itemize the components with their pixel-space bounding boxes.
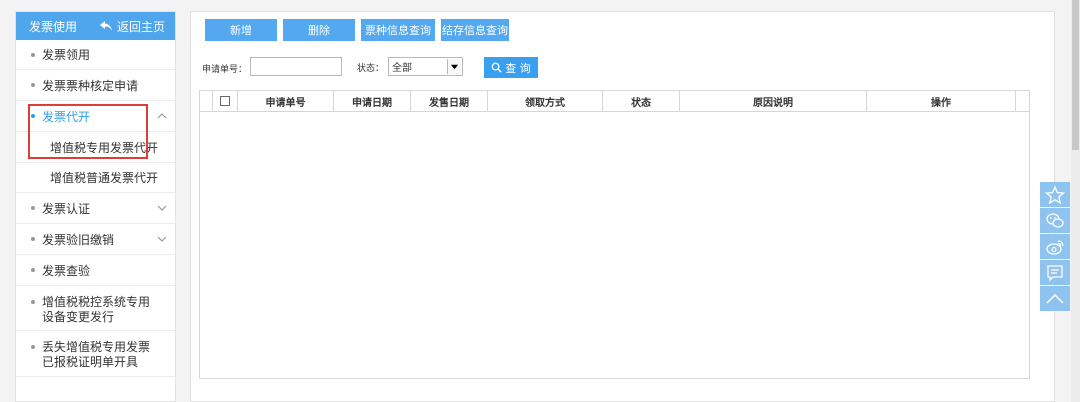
sidebar-item-label: 增值税税控系统专用设备变更发行: [42, 295, 151, 324]
table-header-select-all: [213, 91, 238, 111]
status-select[interactable]: 全部: [388, 57, 463, 76]
sidebar-subitem-label: 增值税专用发票代开: [50, 140, 159, 155]
star-icon: [1045, 185, 1065, 204]
status-label: 状态：: [357, 64, 385, 74]
table-header-row: 申请单号 申请日期 发售日期 领取方式 状态 原因说明 操作: [200, 91, 1029, 112]
app-no-label: 申请单号：: [202, 65, 248, 75]
table-header-cell: 操作: [867, 91, 1016, 111]
sidebar-title: 发票使用: [29, 19, 78, 34]
sidebar-subitem-vat-normal-proxy[interactable]: 增值税普通发票代开: [16, 163, 175, 193]
search-icon: [491, 62, 502, 73]
sidebar-item-label: 发票查验: [42, 263, 91, 278]
sidebar-item-label: 发票代开: [42, 109, 91, 124]
sidebar-item-label: 丢失增值税专用发票已报税证明单开具: [42, 340, 151, 369]
sidebar-item-label: 发票领用: [42, 48, 91, 62]
main-panel: 新增 删除 票种信息查询 结存信息查询 申请单号： 状态： 全部 查 询 申请单…: [190, 11, 1055, 402]
sidebar-item-invoice-check[interactable]: 发票查验: [16, 255, 175, 286]
chevron-down-icon: [157, 236, 167, 242]
sidebar-item-label: 发票认证: [42, 201, 91, 216]
back-arrow-icon: [99, 21, 112, 31]
bullet-icon: [31, 114, 35, 118]
back-to-top-button[interactable]: [1040, 286, 1070, 311]
table-header-blank: [200, 91, 213, 111]
sidebar-item-invoice-certify[interactable]: 发票认证: [16, 193, 175, 224]
bullet-icon: [31, 345, 35, 349]
chevron-up-icon: [1046, 293, 1064, 304]
stock-query-button[interactable]: 结存信息查询: [441, 19, 509, 41]
application-table: 申请单号 申请日期 发售日期 领取方式 状态 原因说明 操作: [199, 90, 1030, 379]
sidebar-item-ticket-type-approval[interactable]: 发票票种核定申请: [16, 70, 175, 101]
select-all-checkbox[interactable]: [220, 96, 230, 106]
bullet-icon: [31, 206, 35, 210]
ticket-type-query-button[interactable]: 票种信息查询: [361, 19, 435, 41]
chevron-down-icon: [447, 59, 461, 74]
app-no-input[interactable]: [250, 57, 342, 76]
sidebar-header: 发票使用 返回主页: [16, 12, 175, 40]
sidebar-subitem-vat-special-proxy[interactable]: 增值税专用发票代开: [16, 132, 175, 163]
table-header-cell: 原因说明: [680, 91, 867, 111]
sidebar-item-label: 发票验旧缴销: [42, 232, 115, 247]
query-button[interactable]: 查 询: [484, 57, 538, 78]
page-scrollbar-thumb[interactable]: [1072, 0, 1079, 150]
weibo-icon: [1046, 239, 1064, 255]
favorite-button[interactable]: [1040, 182, 1070, 207]
message-icon: [1047, 264, 1063, 282]
sidebar-item-taxctrl-device-change[interactable]: 增值税税控系统专用设备变更发行: [16, 286, 175, 331]
delete-button[interactable]: 删除: [283, 19, 355, 41]
sidebar: 发票使用 返回主页 发票领用 发票票种核定申请 发票代开 增值税专用发票代开 增…: [15, 11, 176, 402]
feedback-button[interactable]: [1040, 260, 1070, 285]
table-header-cell: 状态: [603, 91, 680, 111]
sidebar-item-label: 发票票种核定申请: [42, 78, 139, 93]
wechat-icon: [1046, 212, 1064, 228]
chevron-down-icon: [157, 205, 167, 211]
page-scrollbar[interactable]: [1071, 0, 1080, 402]
table-header-cell: 申请日期: [334, 91, 411, 111]
bullet-icon: [31, 237, 35, 241]
status-select-value: 全部: [392, 63, 412, 74]
table-header-cell: 申请单号: [238, 91, 334, 111]
sidebar-item-invoice-verify-cancel[interactable]: 发票验旧缴销: [16, 224, 175, 255]
bullet-icon: [31, 52, 35, 57]
bullet-icon: [31, 300, 35, 304]
weibo-share-button[interactable]: [1040, 234, 1070, 259]
add-button[interactable]: 新增: [205, 19, 277, 41]
table-header-cell: 发售日期: [411, 91, 488, 111]
bullet-icon: [31, 83, 35, 87]
sidebar-item-lost-invoice-certificate[interactable]: 丢失增值税专用发票已报税证明单开具: [16, 331, 175, 377]
back-home-label: 返回主页: [116, 19, 165, 34]
query-button-label: 查 询: [505, 61, 531, 75]
sidebar-item-invoice-proxy[interactable]: 发票代开: [16, 101, 175, 132]
chevron-up-icon: [157, 113, 167, 119]
bullet-icon: [31, 268, 35, 272]
table-header-cell: 领取方式: [488, 91, 603, 111]
toolbar: 新增 删除 票种信息查询 结存信息查询: [205, 19, 509, 41]
table-header-scroll-gutter: [1016, 91, 1029, 111]
sidebar-item-invoice-collect[interactable]: 发票领用: [16, 40, 175, 70]
sidebar-subitem-label: 增值税普通发票代开: [50, 171, 159, 185]
wechat-share-button[interactable]: [1040, 208, 1070, 233]
back-home-link[interactable]: 返回主页: [99, 18, 165, 35]
search-form: 申请单号： 状态： 全部 查 询: [202, 57, 602, 79]
float-toolbar: [1040, 182, 1070, 312]
